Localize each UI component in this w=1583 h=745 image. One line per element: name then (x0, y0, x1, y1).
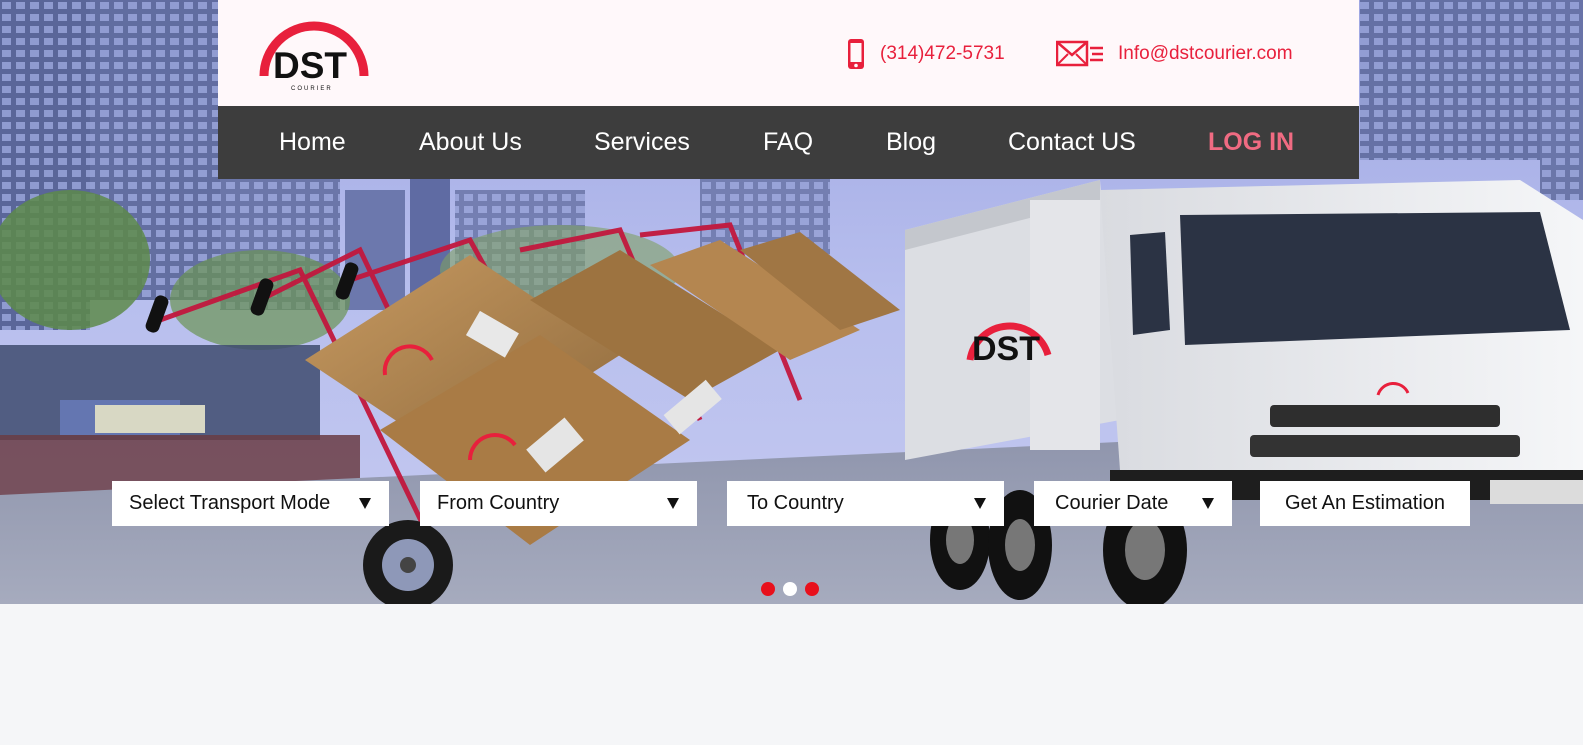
nav-faq[interactable]: FAQ (763, 106, 813, 179)
dropdown-arrow-icon (974, 498, 986, 509)
email-contact[interactable]: Info@dstcourier.com (1056, 38, 1293, 70)
courier-date-value: Courier Date (1055, 492, 1169, 514)
main-navigation: Home About Us Services FAQ Blog Contact … (218, 106, 1359, 179)
from-country-value: From Country (437, 492, 560, 514)
nav-contact-us[interactable]: Contact US (1008, 106, 1136, 179)
transport-mode-select[interactable]: Select Transport Mode (112, 481, 389, 526)
transport-mode-value: Select Transport Mode (129, 492, 331, 514)
slider-dot-3[interactable] (805, 582, 819, 596)
courier-date-select[interactable]: Courier Date (1034, 481, 1232, 526)
get-estimation-label: Get An Estimation (1284, 492, 1446, 514)
header-bar: DST COURIER (314)472-5731 Info@dstcourie… (218, 0, 1359, 106)
to-country-select[interactable]: To Country (727, 481, 1004, 526)
slider-dot-2[interactable] (783, 582, 797, 596)
nav-services[interactable]: Services (594, 106, 690, 179)
envelope-icon (1056, 40, 1103, 67)
mobile-phone-icon (848, 39, 864, 69)
dropdown-arrow-icon (359, 498, 371, 509)
phone-number[interactable]: (314)472-5731 (880, 43, 1005, 65)
dropdown-arrow-icon (1202, 498, 1214, 509)
to-country-value: To Country (747, 492, 844, 514)
dropdown-arrow-icon (667, 498, 679, 509)
from-country-select[interactable]: From Country (420, 481, 697, 526)
svg-text:COURIER: COURIER (291, 86, 333, 92)
nav-home[interactable]: Home (279, 106, 346, 179)
nav-about-us[interactable]: About Us (419, 106, 522, 179)
dst-courier-logo[interactable]: DST COURIER (256, 12, 372, 92)
email-address[interactable]: Info@dstcourier.com (1118, 43, 1293, 65)
slider-dot-1[interactable] (761, 582, 775, 596)
phone-contact[interactable]: (314)472-5731 (846, 38, 1005, 70)
svg-text:DST: DST (972, 330, 1040, 368)
logo-mark-icon: DST COURIER (259, 21, 369, 92)
nav-blog[interactable]: Blog (886, 106, 936, 179)
svg-text:DST: DST (273, 45, 347, 86)
get-estimation-button[interactable]: Get An Estimation (1260, 481, 1470, 526)
login-link[interactable]: LOG IN (1208, 106, 1294, 179)
